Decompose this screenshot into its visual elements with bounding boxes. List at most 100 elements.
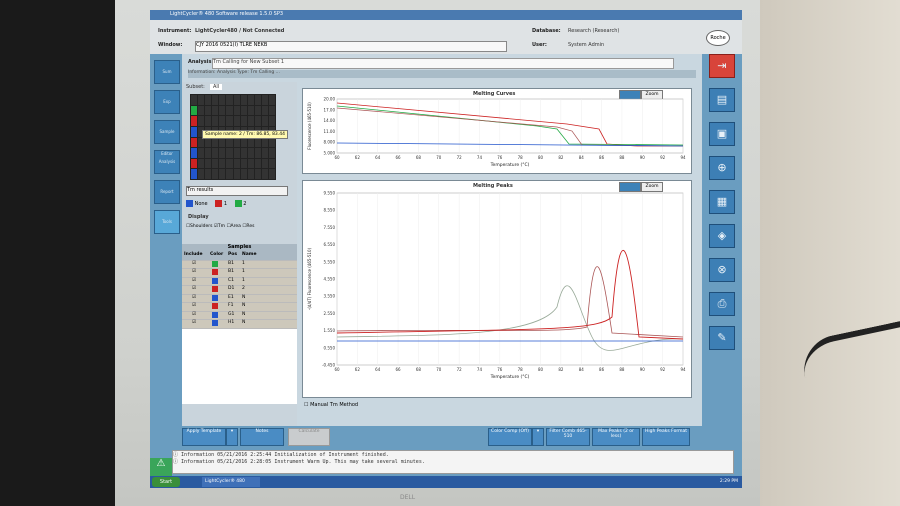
plate-well[interactable] bbox=[212, 148, 219, 158]
results-select[interactable]: Tm results bbox=[186, 186, 288, 196]
plate-well[interactable] bbox=[254, 105, 261, 116]
sample-row[interactable]: ☑ C1 1 bbox=[182, 277, 297, 286]
manual-tm-checkbox[interactable]: ☐ bbox=[304, 402, 308, 408]
plate-well[interactable] bbox=[191, 126, 198, 137]
plate-well[interactable] bbox=[240, 148, 247, 158]
nav-report[interactable]: Report bbox=[154, 180, 180, 204]
nav-analysis[interactable]: Analysis bbox=[154, 150, 180, 174]
plate-well[interactable] bbox=[219, 116, 226, 126]
include-checkbox[interactable]: ☑ bbox=[192, 286, 196, 291]
sample-row[interactable]: ☑ F1 N bbox=[182, 303, 297, 312]
plate-well[interactable] bbox=[198, 158, 205, 169]
close-icon[interactable]: ⊗ bbox=[709, 258, 735, 282]
plate-well[interactable] bbox=[233, 169, 240, 179]
plate-well[interactable] bbox=[191, 95, 198, 105]
plate-well[interactable] bbox=[212, 95, 219, 105]
calculate-button[interactable]: Calculate bbox=[288, 428, 330, 446]
plate-well[interactable] bbox=[247, 148, 254, 158]
plate-well[interactable] bbox=[268, 169, 275, 179]
toolbox-icon[interactable]: ▣ bbox=[709, 122, 735, 146]
plate-well[interactable] bbox=[205, 158, 212, 169]
plate-well[interactable] bbox=[261, 158, 268, 169]
sample-row[interactable]: ☑ H1 N bbox=[182, 320, 297, 329]
plate-well[interactable] bbox=[261, 95, 268, 105]
plate-well[interactable] bbox=[191, 148, 198, 158]
plate-well[interactable] bbox=[268, 105, 275, 116]
plate-well[interactable] bbox=[247, 105, 254, 116]
plate-well[interactable] bbox=[205, 169, 212, 179]
color-comp-button[interactable]: Color Comp (Off) bbox=[488, 428, 532, 446]
plate-well[interactable] bbox=[205, 105, 212, 116]
sample-row[interactable]: ☑ D1 2 bbox=[182, 286, 297, 295]
plate-well[interactable] bbox=[233, 148, 240, 158]
plate-well[interactable] bbox=[205, 116, 212, 126]
plate-well[interactable] bbox=[191, 116, 198, 126]
plate-well[interactable] bbox=[226, 169, 233, 179]
plate-well[interactable] bbox=[212, 158, 219, 169]
plate-well[interactable] bbox=[261, 148, 268, 158]
plate-well[interactable] bbox=[240, 169, 247, 179]
apply-template-button[interactable]: Apply Template bbox=[182, 428, 226, 446]
plate-well[interactable] bbox=[268, 148, 275, 158]
sample-row[interactable]: ☑ B1 1 bbox=[182, 269, 297, 278]
plate-well[interactable] bbox=[191, 158, 198, 169]
plate-well[interactable] bbox=[191, 105, 198, 116]
plate-well[interactable] bbox=[219, 105, 226, 116]
plate-well[interactable] bbox=[226, 95, 233, 105]
subset-select[interactable]: All bbox=[210, 84, 223, 90]
plate-well[interactable] bbox=[226, 105, 233, 116]
plate-well[interactable] bbox=[233, 116, 240, 126]
save-icon[interactable]: ▦ bbox=[709, 190, 735, 214]
legend-swatch-2[interactable] bbox=[234, 200, 242, 207]
sample-row[interactable]: ☑ E1 N bbox=[182, 294, 297, 303]
new-icon[interactable]: ⊕ bbox=[709, 156, 735, 180]
plate-well[interactable] bbox=[233, 158, 240, 169]
plate-well[interactable] bbox=[198, 169, 205, 179]
plate-well[interactable] bbox=[247, 158, 254, 169]
sample-row[interactable]: ☑ B1 1 bbox=[182, 260, 297, 269]
plate-well[interactable] bbox=[254, 116, 261, 126]
plate-well[interactable] bbox=[261, 169, 268, 179]
include-checkbox[interactable]: ☑ bbox=[192, 312, 196, 317]
plate-well[interactable] bbox=[191, 137, 198, 148]
export-icon[interactable]: ◈ bbox=[709, 224, 735, 248]
plate-well[interactable] bbox=[254, 169, 261, 179]
plate-well[interactable] bbox=[268, 95, 275, 105]
nav-experiment[interactable]: Exp bbox=[154, 90, 180, 114]
start-button[interactable]: Start bbox=[152, 477, 180, 487]
include-checkbox[interactable]: ☑ bbox=[192, 278, 196, 283]
plate-well[interactable] bbox=[247, 116, 254, 126]
plate-well[interactable] bbox=[226, 158, 233, 169]
analysis-name-field[interactable]: Tm Calling for New Subset 1 bbox=[212, 58, 674, 69]
plate-well[interactable] bbox=[247, 95, 254, 105]
high-peaks-button[interactable]: High Peaks Format bbox=[642, 428, 690, 446]
plate-well[interactable] bbox=[247, 169, 254, 179]
max-peaks-button[interactable]: Max Peaks (2 or less) bbox=[592, 428, 640, 446]
sample-row[interactable]: ☑ G1 N bbox=[182, 311, 297, 320]
include-checkbox[interactable]: ☑ bbox=[192, 261, 196, 266]
plate-well[interactable] bbox=[212, 169, 219, 179]
plate-well[interactable] bbox=[254, 95, 261, 105]
plate-well[interactable] bbox=[219, 148, 226, 158]
apply-template-dropdown[interactable]: ▾ bbox=[226, 428, 238, 446]
plate-well[interactable] bbox=[219, 169, 226, 179]
plate-well[interactable] bbox=[198, 105, 205, 116]
nav-sample-editor[interactable]: Sample Editor bbox=[154, 120, 180, 156]
plate-well[interactable] bbox=[226, 116, 233, 126]
nav-tools[interactable]: Tools bbox=[154, 210, 180, 234]
window-select[interactable]: CJY 2016 0521(I) TLRE NEKB bbox=[195, 41, 507, 52]
plate-well[interactable] bbox=[205, 95, 212, 105]
include-checkbox[interactable]: ☑ bbox=[192, 320, 196, 325]
plate-well[interactable] bbox=[226, 148, 233, 158]
legend-swatch-none[interactable] bbox=[186, 200, 193, 207]
plate-well[interactable] bbox=[240, 116, 247, 126]
print-icon[interactable]: ⎙ bbox=[709, 292, 735, 316]
plate-well[interactable] bbox=[198, 95, 205, 105]
filter-comb-button[interactable]: Filter Comb 465-510 bbox=[546, 428, 590, 446]
plate-well[interactable] bbox=[261, 116, 268, 126]
plate-well[interactable] bbox=[254, 148, 261, 158]
plate-well[interactable] bbox=[268, 158, 275, 169]
plate-well[interactable] bbox=[240, 95, 247, 105]
plate-well[interactable] bbox=[233, 105, 240, 116]
plate-well[interactable] bbox=[233, 95, 240, 105]
